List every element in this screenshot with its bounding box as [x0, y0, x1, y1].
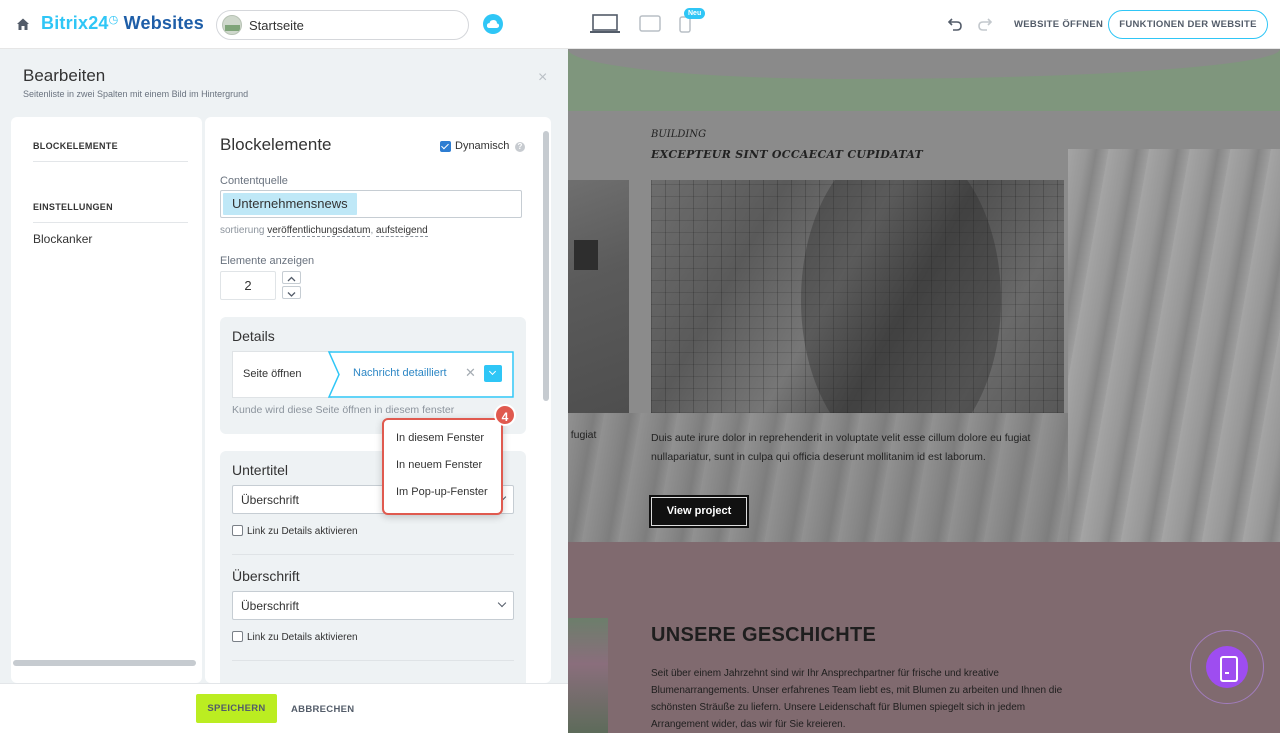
- cloud-sync-icon[interactable]: [483, 14, 503, 34]
- site-functions-button[interactable]: FUNKTIONEN DER WEBSITE: [1108, 10, 1268, 39]
- chevron-down-icon: [497, 598, 507, 608]
- panel-nav: BLOCKELEMENTE EINSTELLUNGEN Blockanker: [11, 117, 202, 683]
- sort-direction-link[interactable]: aufsteigend: [376, 225, 428, 237]
- heading-title: Überschrift: [232, 568, 300, 584]
- cancel-button[interactable]: ABBRECHEN: [291, 704, 354, 715]
- redo-icon[interactable]: [977, 16, 993, 32]
- open-page-label: Seite öffnen: [243, 368, 302, 380]
- step-badge: 4: [494, 404, 516, 426]
- preview-building-image: [651, 180, 1064, 413]
- heading-link-label: Link zu Details aktivieren: [247, 632, 358, 643]
- option-same-window[interactable]: In diesem Fenster: [396, 432, 484, 444]
- sort-info: sortierung veröffentlichungsdatum, aufst…: [220, 225, 428, 237]
- open-website-link[interactable]: WEBSITE ÖFFNEN: [1014, 19, 1103, 30]
- block-elements-form: Blockelemente Dynamisch ? Contentquelle …: [205, 117, 551, 683]
- desktop-view-icon[interactable]: [590, 14, 620, 34]
- chevron-up-icon: [287, 276, 296, 282]
- mobile-preview-icon[interactable]: [1206, 646, 1248, 688]
- sort-field-link[interactable]: veröffentlichungsdatum: [267, 225, 371, 237]
- logo-clock-icon: ◷: [108, 14, 119, 26]
- details-card: Details Seite öffnen Nachricht detaillie…: [220, 317, 526, 434]
- chevron-down-icon: [287, 292, 296, 297]
- section-divider: [232, 660, 514, 661]
- sort-prefix: sortierung: [220, 225, 265, 236]
- tablet-view-icon[interactable]: [639, 14, 661, 34]
- clear-icon[interactable]: ✕: [465, 365, 476, 381]
- subtitle-select-value: Überschrift: [241, 493, 300, 507]
- image-curve-shape: [801, 180, 1001, 413]
- preview-image-left: [568, 180, 629, 413]
- open-mode-dropdown: In diesem Fenster In neuem Fenster Im Po…: [382, 418, 503, 515]
- open-page-hint: Kunde wird diese Seite öffnen in diesem …: [232, 404, 455, 416]
- details-title: Details: [232, 328, 275, 344]
- app-logo[interactable]: Bitrix24◷ Websites: [41, 13, 204, 34]
- nav-block-anchor[interactable]: Blockanker: [33, 232, 92, 246]
- save-button[interactable]: SPEICHERN: [196, 694, 277, 723]
- open-page-control[interactable]: Seite öffnen Nachricht detailliert ✕: [232, 351, 514, 398]
- nav-settings-heading: EINSTELLUNGEN: [33, 202, 113, 212]
- preview-paragraph: Duis aute irure dolor in reprehenderit i…: [651, 432, 1031, 463]
- source-input[interactable]: Unternehmensnews: [220, 190, 522, 218]
- help-icon[interactable]: ?: [515, 142, 525, 152]
- preview-small-title: BUILDING: [651, 129, 707, 140]
- preview-top-banner: [568, 49, 1280, 111]
- source-tag[interactable]: Unternehmensnews: [223, 193, 357, 215]
- option-new-window[interactable]: In neuem Fenster: [396, 459, 482, 471]
- page-selector-label: Startseite: [249, 18, 304, 33]
- preview-section-text: Seit über einem Jahrzehnt sind wir Ihr A…: [651, 668, 1063, 730]
- subtitle-title: Untertitel: [232, 462, 289, 478]
- dynamic-checkbox[interactable]: [440, 141, 451, 152]
- open-page-label-box: Seite öffnen: [232, 351, 332, 398]
- count-label: Elemente anzeigen: [220, 255, 315, 267]
- nav-block-elements[interactable]: BLOCKELEMENTE: [33, 141, 118, 151]
- page-thumbnail: [222, 15, 242, 35]
- heading-select[interactable]: Überschrift: [232, 591, 514, 620]
- subtitle-link-label: Link zu Details aktivieren: [247, 526, 358, 537]
- preview-heading: EXCEPTEUR SINT OCCAECAT CUPIDATAT: [651, 148, 923, 161]
- edit-panel: Bearbeiten Seitenliste in zwei Spalten m…: [0, 49, 568, 733]
- subtitle-link-checkbox[interactable]: [232, 525, 243, 536]
- source-label: Contentquelle: [220, 175, 288, 187]
- undo-icon[interactable]: [947, 16, 963, 32]
- preview-paragraph-left: u fugiat: [568, 429, 597, 441]
- heading-link-checkbox[interactable]: [232, 631, 243, 642]
- website-preview: BUILDING EXCEPTEUR SINT OCCAECAT CUPIDAT…: [568, 49, 1280, 733]
- section-divider: [232, 554, 514, 555]
- open-page-value[interactable]: Nachricht detailliert: [353, 367, 447, 379]
- dynamic-label: Dynamisch: [455, 140, 510, 152]
- nav-divider: [33, 222, 188, 223]
- logo-brand: Bitrix24: [41, 13, 109, 33]
- view-project-button[interactable]: View project: [649, 495, 749, 528]
- count-input[interactable]: 2: [220, 271, 276, 300]
- form-title: Blockelemente: [220, 135, 332, 154]
- horizontal-scrollbar[interactable]: [13, 660, 196, 666]
- preview-section-title: UNSERE GESCHICHTE: [651, 624, 877, 646]
- top-bar: Bitrix24◷ Websites Startseite Neu WEBSIT…: [0, 0, 1280, 49]
- count-decrement-button[interactable]: [282, 286, 301, 299]
- nav-divider: [33, 161, 188, 162]
- panel-footer: SPEICHERN ABBRECHEN: [0, 683, 568, 733]
- panel-subtitle: Seitenliste in zwei Spalten mit einem Bi…: [23, 89, 249, 99]
- preview-background-fins: [1068, 149, 1280, 542]
- new-badge: Neu: [684, 8, 706, 19]
- count-increment-button[interactable]: [282, 271, 301, 284]
- close-icon[interactable]: ×: [538, 69, 547, 87]
- page-selector[interactable]: Startseite: [216, 10, 469, 40]
- option-popup-window[interactable]: Im Pop-up-Fenster: [396, 486, 488, 498]
- dropdown-toggle-button[interactable]: [484, 365, 502, 382]
- home-icon[interactable]: [14, 15, 32, 33]
- vertical-scrollbar[interactable]: [543, 131, 549, 401]
- logo-product: Websites: [123, 13, 204, 33]
- preview-flowers-image: [568, 618, 608, 733]
- panel-title: Bearbeiten: [23, 66, 106, 85]
- heading-select-value: Überschrift: [241, 599, 300, 613]
